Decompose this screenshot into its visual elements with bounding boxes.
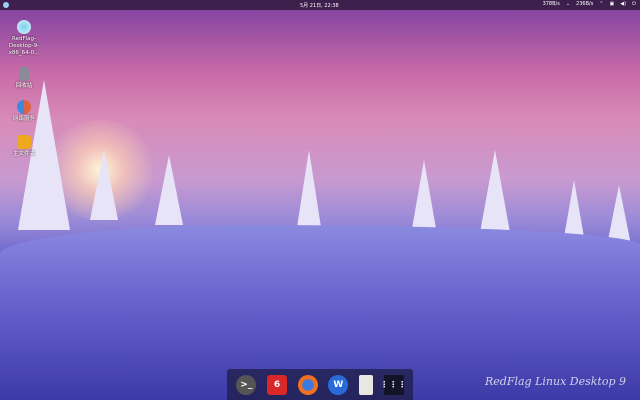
- desktop-icon-label: 回收站: [15, 83, 33, 89]
- terminal-icon[interactable]: >_: [236, 374, 257, 395]
- wps-icon[interactable]: W: [328, 374, 349, 395]
- down-arrow-icon: ⌄: [565, 1, 571, 7]
- text-editor-icon[interactable]: [358, 374, 373, 395]
- netease-music-icon[interactable]: 6: [266, 374, 287, 395]
- power-icon[interactable]: ⏻: [632, 1, 636, 7]
- desktop-icon-installer[interactable]: RedFlag-Desktop-9-x86_64-0...: [6, 20, 42, 57]
- installer-icon: [17, 20, 31, 34]
- wallpaper-branding: RedFlag Linux Desktop 9: [485, 375, 626, 388]
- desktop-icon-label: RedFlag-Desktop-9-x86_64-0...: [8, 36, 40, 56]
- display-icon[interactable]: ▣: [610, 1, 615, 7]
- firefox-icon[interactable]: [297, 374, 318, 395]
- dock: >_ 6 W ⋮⋮⋮: [227, 369, 413, 400]
- desktop-icon-label: 主文件夹: [12, 151, 35, 157]
- system-tray: 378B/s ⌄ 236B/s ⌃ ▣ ◀) ⏻: [543, 1, 636, 7]
- desktop-icon-home[interactable]: 主文件夹: [6, 135, 42, 158]
- clock[interactable]: 5月 21日, 22:38: [300, 2, 339, 9]
- volume-icon[interactable]: ◀): [620, 1, 626, 7]
- net-up-speed: 236B/s: [576, 1, 594, 7]
- folder-icon: [17, 135, 31, 149]
- network-icon: [17, 100, 31, 114]
- desktop-icon-label: 网络服务: [12, 116, 35, 122]
- app-launcher-icon[interactable]: ⋮⋮⋮: [380, 374, 406, 395]
- wallpaper-tree: [155, 155, 183, 225]
- desktop-icon-trash[interactable]: 回收站: [6, 67, 42, 90]
- wallpaper-tree: [90, 150, 118, 220]
- desktop-icon-network[interactable]: 网络服务: [6, 100, 42, 123]
- up-arrow-icon: ⌃: [599, 1, 604, 7]
- start-menu-icon[interactable]: [3, 2, 9, 8]
- trash-icon: [19, 67, 29, 81]
- net-down-speed: 378B/s: [542, 1, 560, 7]
- top-panel: 5月 21日, 22:38 378B/s ⌄ 236B/s ⌃ ▣ ◀) ⏻: [0, 0, 640, 10]
